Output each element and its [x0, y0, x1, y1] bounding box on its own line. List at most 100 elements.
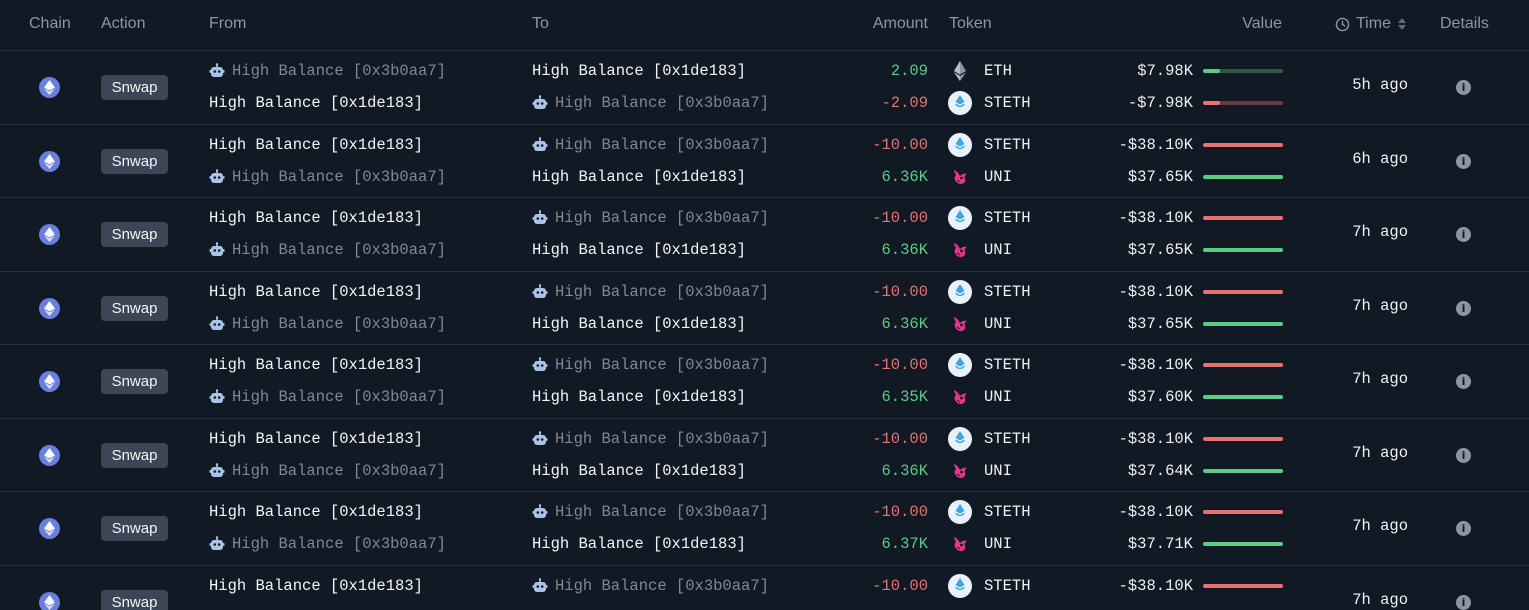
from-address[interactable]: High Balance [0x3b0aa7]: [209, 533, 446, 555]
from-address-label[interactable]: High Balance [0x1de183]: [209, 283, 423, 301]
token-symbol[interactable]: UNI: [984, 462, 1012, 480]
to-address-label[interactable]: High Balance [0x3b0aa7]: [555, 94, 769, 112]
token-symbol[interactable]: UNI: [984, 315, 1012, 333]
token-symbol[interactable]: STETH: [984, 577, 1031, 595]
action-badge[interactable]: Snwap: [101, 369, 168, 394]
to-address-label[interactable]: High Balance [0x1de183]: [532, 535, 746, 553]
token-symbol[interactable]: STETH: [984, 283, 1031, 301]
to-address[interactable]: High Balance [0x3b0aa7]: [532, 575, 769, 597]
to-address[interactable]: High Balance [0x3b0aa7]: [532, 501, 769, 523]
action-badge[interactable]: Snwap: [101, 589, 168, 610]
from-address[interactable]: High Balance [0x1de183]: [209, 281, 423, 303]
from-address[interactable]: High Balance [0x3b0aa7]: [209, 166, 446, 188]
to-address[interactable]: High Balance [0x3b0aa7]: [532, 281, 769, 303]
info-icon[interactable]: i: [1456, 300, 1471, 316]
token-symbol[interactable]: STETH: [984, 356, 1031, 374]
from-address-label[interactable]: High Balance [0x3b0aa7]: [232, 315, 446, 333]
to-address[interactable]: High Balance [0x1de183]: [532, 166, 746, 188]
token-cell[interactable]: STETH: [948, 91, 1031, 115]
from-address-label[interactable]: High Balance [0x1de183]: [209, 577, 423, 595]
to-address-label[interactable]: High Balance [0x3b0aa7]: [555, 430, 769, 448]
token-symbol[interactable]: UNI: [984, 388, 1012, 406]
info-icon[interactable]: i: [1456, 227, 1471, 242]
token-cell[interactable]: UNI: [948, 313, 1012, 335]
token-cell[interactable]: STETH: [948, 500, 1031, 524]
from-address[interactable]: High Balance [0x1de183]: [209, 134, 423, 156]
token-cell[interactable]: UNI: [948, 166, 1012, 188]
to-address[interactable]: High Balance [0x3b0aa7]: [532, 134, 769, 156]
to-address-label[interactable]: High Balance [0x1de183]: [532, 241, 746, 259]
to-address-label[interactable]: High Balance [0x1de183]: [532, 62, 746, 80]
to-address[interactable]: High Balance [0x1de183]: [532, 386, 746, 408]
from-address-label[interactable]: High Balance [0x1de183]: [209, 209, 423, 227]
token-cell[interactable]: STETH: [948, 279, 1031, 304]
to-address[interactable]: High Balance [0x1de183]: [532, 239, 746, 261]
to-address[interactable]: High Balance [0x1de183]: [532, 60, 746, 82]
from-address-label[interactable]: High Balance [0x1de183]: [209, 94, 423, 112]
to-address[interactable]: High Balance [0x1de183]: [532, 313, 746, 335]
to-address-label[interactable]: High Balance [0x3b0aa7]: [555, 209, 769, 227]
from-address[interactable]: High Balance [0x3b0aa7]: [209, 386, 446, 408]
from-address-label[interactable]: High Balance [0x3b0aa7]: [232, 462, 446, 480]
token-cell[interactable]: STETH: [948, 426, 1031, 451]
from-address-label[interactable]: High Balance [0x1de183]: [209, 503, 423, 521]
action-badge[interactable]: Snwap: [101, 516, 168, 541]
to-address-label[interactable]: High Balance [0x3b0aa7]: [555, 503, 769, 521]
info-icon[interactable]: i: [1456, 153, 1471, 169]
to-address-label[interactable]: High Balance [0x3b0aa7]: [555, 577, 769, 595]
action-badge[interactable]: Snwap: [101, 442, 168, 468]
action-badge[interactable]: Snwap: [101, 295, 168, 321]
to-address[interactable]: High Balance [0x1de183]: [532, 533, 746, 555]
to-address-label[interactable]: High Balance [0x1de183]: [532, 388, 746, 406]
token-cell[interactable]: STETH: [948, 573, 1031, 598]
token-symbol[interactable]: STETH: [984, 136, 1031, 154]
info-icon[interactable]: i: [1456, 80, 1471, 95]
token-symbol[interactable]: STETH: [984, 503, 1031, 521]
token-cell[interactable]: STETH: [948, 206, 1031, 230]
token-cell[interactable]: ETH: [948, 60, 1012, 82]
from-address[interactable]: High Balance [0x1de183]: [209, 575, 423, 597]
to-address-label[interactable]: High Balance [0x3b0aa7]: [555, 283, 769, 301]
from-address[interactable]: High Balance [0x3b0aa7]: [209, 239, 446, 261]
info-icon[interactable]: i: [1456, 447, 1471, 463]
to-address-label[interactable]: High Balance [0x1de183]: [532, 462, 746, 480]
from-address[interactable]: High Balance [0x3b0aa7]: [209, 313, 446, 335]
token-symbol[interactable]: STETH: [984, 209, 1031, 227]
to-address[interactable]: High Balance [0x3b0aa7]: [532, 92, 769, 114]
to-address-label[interactable]: High Balance [0x1de183]: [532, 315, 746, 333]
token-symbol[interactable]: UNI: [984, 168, 1012, 186]
token-cell[interactable]: STETH: [948, 353, 1031, 377]
from-address[interactable]: High Balance [0x3b0aa7]: [209, 460, 446, 482]
token-cell[interactable]: UNI: [948, 533, 1012, 555]
to-address[interactable]: High Balance [0x3b0aa7]: [532, 207, 769, 229]
to-address[interactable]: High Balance [0x1de183]: [532, 460, 746, 482]
sort-icon[interactable]: [1397, 16, 1407, 32]
from-address[interactable]: High Balance [0x1de183]: [209, 428, 423, 450]
from-address-label[interactable]: High Balance [0x3b0aa7]: [232, 62, 446, 80]
to-address-label[interactable]: High Balance [0x1de183]: [532, 168, 746, 186]
action-badge[interactable]: Snwap: [101, 222, 168, 247]
action-badge[interactable]: Snwap: [101, 75, 168, 100]
info-icon[interactable]: i: [1456, 374, 1471, 389]
info-icon[interactable]: i: [1456, 521, 1471, 536]
token-cell[interactable]: UNI: [948, 386, 1012, 408]
token-symbol[interactable]: STETH: [984, 94, 1031, 112]
to-address-label[interactable]: High Balance [0x3b0aa7]: [555, 356, 769, 374]
from-address[interactable]: High Balance [0x1de183]: [209, 501, 423, 523]
from-address-label[interactable]: High Balance [0x1de183]: [209, 356, 423, 374]
from-address-label[interactable]: High Balance [0x3b0aa7]: [232, 168, 446, 186]
column-header-time[interactable]: Time: [1335, 15, 1407, 33]
action-badge[interactable]: Snwap: [101, 148, 168, 174]
to-address[interactable]: High Balance [0x3b0aa7]: [532, 428, 769, 450]
token-cell[interactable]: UNI: [948, 239, 1012, 261]
from-address[interactable]: High Balance [0x1de183]: [209, 92, 423, 114]
from-address-label[interactable]: High Balance [0x1de183]: [209, 430, 423, 448]
from-address[interactable]: High Balance [0x1de183]: [209, 354, 423, 376]
info-icon[interactable]: i: [1456, 594, 1471, 610]
token-symbol[interactable]: STETH: [984, 430, 1031, 448]
from-address-label[interactable]: High Balance [0x3b0aa7]: [232, 388, 446, 406]
to-address-label[interactable]: High Balance [0x3b0aa7]: [555, 136, 769, 154]
from-address[interactable]: High Balance [0x3b0aa7]: [209, 60, 446, 82]
token-symbol[interactable]: UNI: [984, 535, 1012, 553]
from-address[interactable]: High Balance [0x1de183]: [209, 207, 423, 229]
